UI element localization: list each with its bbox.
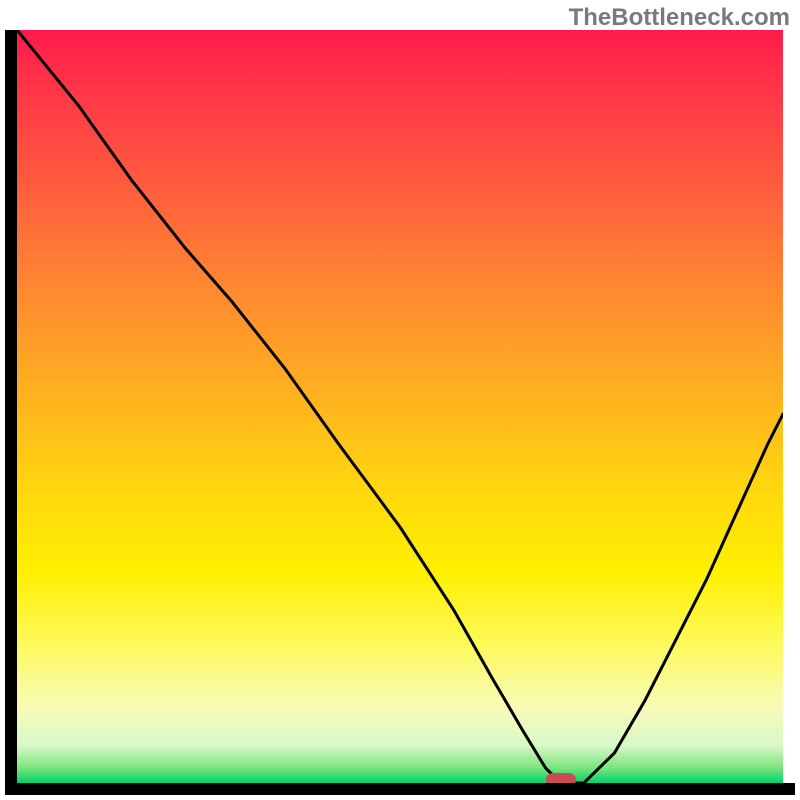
bottleneck-curve xyxy=(17,30,783,783)
chart-frame xyxy=(5,30,795,795)
x-axis xyxy=(5,783,795,795)
plot-area xyxy=(17,30,783,783)
chart-container: TheBottleneck.com xyxy=(0,0,800,800)
optimal-marker xyxy=(546,773,576,783)
watermark-text: TheBottleneck.com xyxy=(569,4,790,32)
y-axis xyxy=(5,30,17,795)
